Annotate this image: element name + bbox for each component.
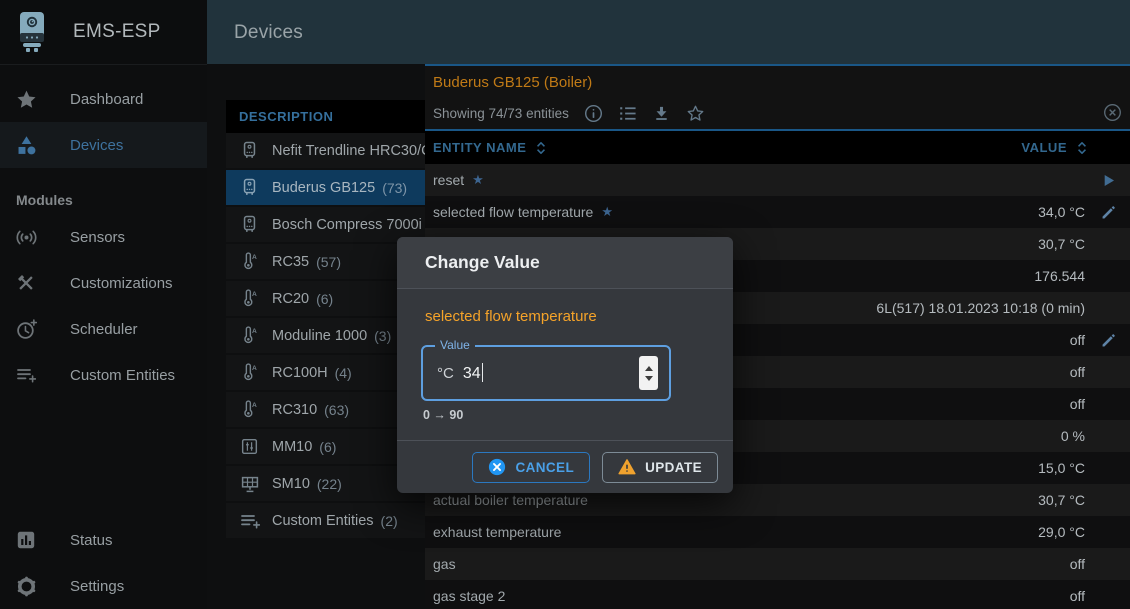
update-button[interactable]: UPDATE [602,452,718,483]
text-caret [482,363,484,382]
cancel-circle-icon [488,458,506,476]
dialog-entity-label: selected flow temperature [425,308,597,325]
value-range-hint: 0 → 90 [423,408,463,422]
value-input[interactable]: Value °C 34 [421,345,671,401]
dialog-footer: CANCEL UPDATE [397,440,733,493]
dialog-header: Change Value [397,237,733,289]
value-input-text: 34 [463,363,483,383]
stepper-down-icon[interactable] [645,376,653,381]
value-input-label: Value [435,338,475,352]
change-value-dialog: Change Value selected flow temperature V… [397,237,733,493]
dialog-title: Change Value [425,252,540,273]
cancel-button[interactable]: CANCEL [472,452,590,483]
warning-icon [618,458,636,476]
unit-text: °C [437,365,454,382]
number-stepper[interactable] [639,356,658,390]
stepper-up-icon[interactable] [645,366,653,371]
